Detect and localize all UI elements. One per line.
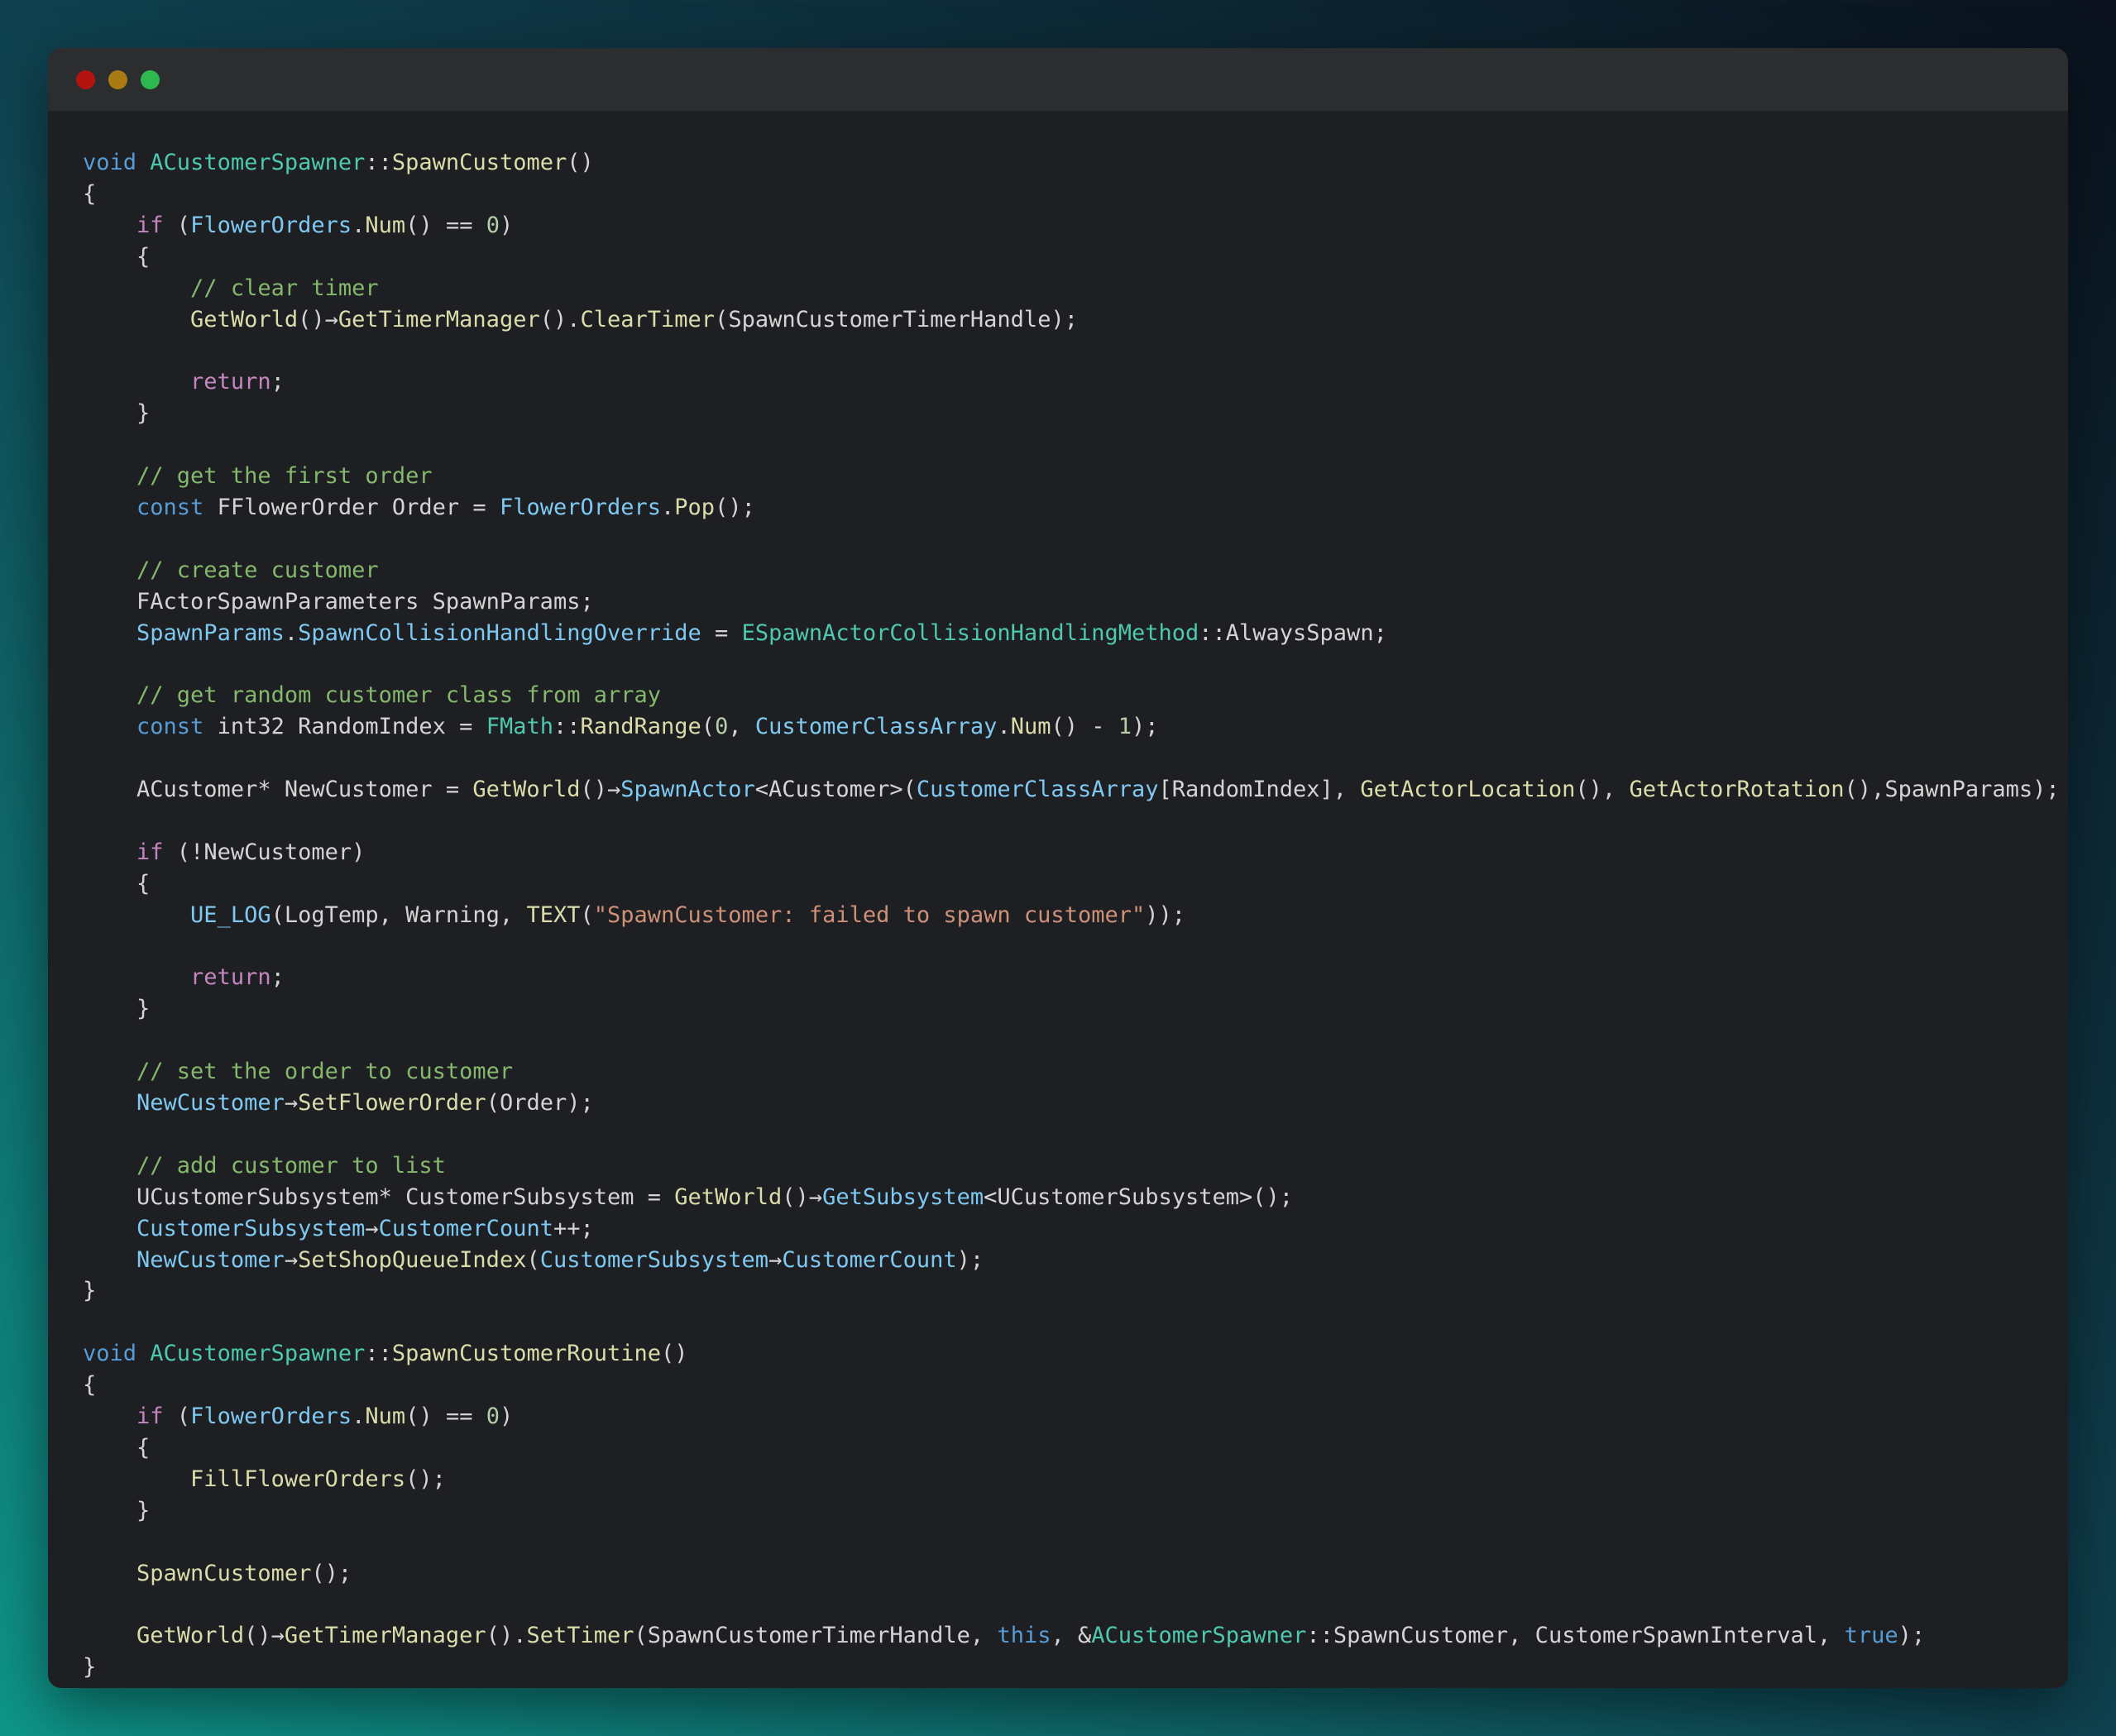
code-line (83, 524, 2037, 555)
code-line: // clear timer (83, 273, 2037, 304)
code-line (83, 1590, 2037, 1621)
code-line (83, 648, 2037, 680)
code-line: NewCustomer→SetFlowerOrder(Order); (83, 1088, 2037, 1119)
code-line: } (83, 1495, 2037, 1527)
code-line: GetWorld()→GetTimerManager().SetTimer(Sp… (83, 1620, 2037, 1652)
code-block: void ACustomerSpawner::SpawnCustomer(){ … (48, 111, 2068, 1700)
code-line (83, 1307, 2037, 1338)
code-line (83, 1025, 2037, 1056)
code-line: // get the first order (83, 461, 2037, 492)
code-line (83, 429, 2037, 461)
code-line: CustomerSubsystem→CustomerCount++; (83, 1213, 2037, 1245)
code-line: FillFlowerOrders(); (83, 1464, 2037, 1495)
code-line (83, 335, 2037, 366)
code-line: // set the order to customer (83, 1056, 2037, 1088)
code-line (83, 806, 2037, 837)
code-line: } (83, 993, 2037, 1025)
close-button[interactable] (76, 70, 95, 89)
code-line: const int32 RandomIndex = FMath::RandRan… (83, 711, 2037, 743)
code-line: } (83, 1275, 2037, 1307)
code-line: // get random customer class from array (83, 680, 2037, 711)
code-line (83, 1527, 2037, 1558)
code-line: GetWorld()→GetTimerManager().ClearTimer(… (83, 304, 2037, 336)
code-line: if (FlowerOrders.Num() == 0) (83, 210, 2037, 242)
code-line: ACustomer* NewCustomer = GetWorld()→Spaw… (83, 774, 2037, 806)
code-line: { (83, 1432, 2037, 1464)
code-line: UCustomerSubsystem* CustomerSubsystem = … (83, 1182, 2037, 1213)
code-line: void ACustomerSpawner::SpawnCustomer() (83, 147, 2037, 179)
code-line: if (FlowerOrders.Num() == 0) (83, 1401, 2037, 1432)
code-line: { (83, 242, 2037, 273)
maximize-button[interactable] (141, 70, 160, 89)
code-line: UE_LOG(LogTemp, Warning, TEXT("SpawnCust… (83, 900, 2037, 931)
code-line: return; (83, 366, 2037, 398)
code-line (83, 743, 2037, 774)
code-line (83, 931, 2037, 963)
code-line: FActorSpawnParameters SpawnParams; (83, 586, 2037, 618)
code-line: if (!NewCustomer) (83, 837, 2037, 868)
code-editor-window: void ACustomerSpawner::SpawnCustomer(){ … (48, 48, 2068, 1688)
code-line: const FFlowerOrder Order = FlowerOrders.… (83, 492, 2037, 524)
code-line: void ACustomerSpawner::SpawnCustomerRout… (83, 1338, 2037, 1370)
code-line: // create customer (83, 555, 2037, 586)
code-line: NewCustomer→SetShopQueueIndex(CustomerSu… (83, 1245, 2037, 1276)
code-line: SpawnCustomer(); (83, 1558, 2037, 1590)
code-line: SpawnParams.SpawnCollisionHandlingOverri… (83, 618, 2037, 649)
window-titlebar (48, 48, 2068, 111)
code-line: // add customer to list (83, 1150, 2037, 1182)
code-line: } (83, 1652, 2037, 1683)
code-line (83, 1119, 2037, 1150)
minimize-button[interactable] (108, 70, 127, 89)
code-line: { (83, 1370, 2037, 1401)
code-line: { (83, 868, 2037, 900)
code-line: return; (83, 962, 2037, 993)
code-line: } (83, 398, 2037, 429)
code-line: { (83, 179, 2037, 210)
